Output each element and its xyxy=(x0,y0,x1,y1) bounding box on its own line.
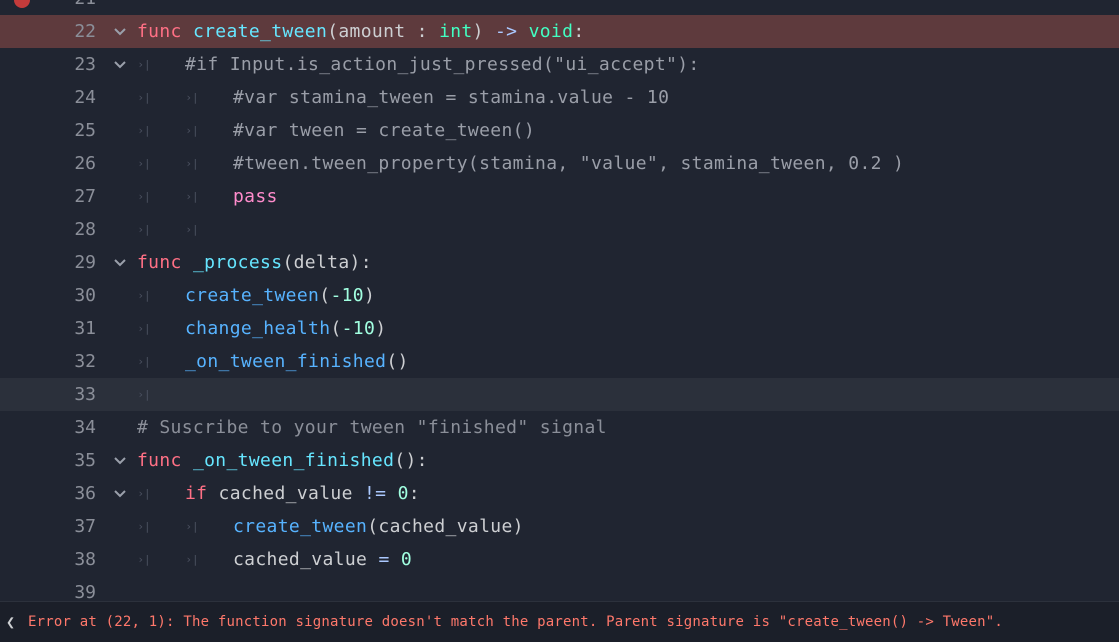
tab-indent-icon: ›| xyxy=(137,223,151,236)
code-line[interactable]: 38 ›| ›| cached_value = 0 xyxy=(0,543,1119,576)
line-number: 36 xyxy=(74,483,96,504)
tab-indent-icon: ›| xyxy=(185,223,199,236)
line-number: 22 xyxy=(74,21,96,42)
tab-indent-icon: ›| xyxy=(185,190,199,203)
collapse-arrow-icon[interactable]: ❮ xyxy=(6,610,15,634)
code-line[interactable]: 21 xyxy=(0,0,1119,15)
code-text: #tween.tween_property(stamina, "value", … xyxy=(233,153,905,174)
code-editor[interactable]: 21 22 func create_tween(amount : int) -> v… xyxy=(0,0,1119,601)
line-number: 24 xyxy=(74,87,96,108)
line-number: 23 xyxy=(74,54,96,75)
code-text: #var tween = create_tween() xyxy=(233,120,536,141)
code-line[interactable]: 27 ›| ›| pass xyxy=(0,180,1119,213)
code-line[interactable]: 34 # Suscribe to your tween "finished" si… xyxy=(0,411,1119,444)
code-text: if cached_value != 0: xyxy=(185,483,420,504)
code-line[interactable]: 36 ›| if cached_value != 0: xyxy=(0,477,1119,510)
code-line[interactable]: 35 func _on_tween_finished(): xyxy=(0,444,1119,477)
line-number: 38 xyxy=(74,549,96,570)
fold-chevron-icon[interactable] xyxy=(113,25,127,39)
line-number: 25 xyxy=(74,120,96,141)
tab-indent-icon: ›| xyxy=(185,520,199,533)
code-line[interactable]: 25 ›| ›| #var tween = create_tween() xyxy=(0,114,1119,147)
code-text: pass xyxy=(233,186,278,207)
code-text: func _on_tween_finished(): xyxy=(137,450,428,471)
tab-indent-icon: ›| xyxy=(137,58,151,71)
code-line[interactable]: 28 ›| ›| xyxy=(0,213,1119,246)
fold-chevron-icon[interactable] xyxy=(113,454,127,468)
code-line[interactable]: 24 ›| ›| #var stamina_tween = stamina.value… xyxy=(0,81,1119,114)
code-line[interactable]: 33 ›| xyxy=(0,378,1119,411)
code-line[interactable]: 22 func create_tween(amount : int) -> voi… xyxy=(0,15,1119,48)
tab-indent-icon: ›| xyxy=(185,124,199,137)
fold-chevron-icon[interactable] xyxy=(113,58,127,72)
line-number: 35 xyxy=(74,450,96,471)
tab-indent-icon: ›| xyxy=(185,553,199,566)
line-number: 28 xyxy=(74,219,96,240)
tab-indent-icon: ›| xyxy=(137,190,151,203)
error-message: Error at (22, 1): The function signature… xyxy=(28,614,1004,630)
tab-indent-icon: ›| xyxy=(137,520,151,533)
code-text: create_tween(-10) xyxy=(185,285,376,306)
tab-indent-icon: ›| xyxy=(137,157,151,170)
line-number: 30 xyxy=(74,285,96,306)
tab-indent-icon: ›| xyxy=(185,157,199,170)
code-line[interactable]: 37 ›| ›| create_tween(cached_value) xyxy=(0,510,1119,543)
line-number: 27 xyxy=(74,186,96,207)
line-number: 34 xyxy=(74,417,96,438)
tab-indent-icon: ›| xyxy=(137,355,151,368)
code-text: func _process(delta): xyxy=(137,252,372,273)
code-text: cached_value = 0 xyxy=(233,549,412,570)
code-text: change_health(-10) xyxy=(185,318,387,339)
tab-indent-icon: ›| xyxy=(137,388,151,401)
code-line[interactable]: 29 func _process(delta): xyxy=(0,246,1119,279)
code-text: #var stamina_tween = stamina.value - 10 xyxy=(233,87,670,108)
code-line[interactable]: 26 ›| ›| #tween.tween_property(stamina, "va… xyxy=(0,147,1119,180)
code-text: # Suscribe to your tween "finished" sign… xyxy=(137,417,607,438)
line-number: 37 xyxy=(74,516,96,537)
fold-chevron-icon[interactable] xyxy=(113,256,127,270)
tab-indent-icon: ›| xyxy=(185,91,199,104)
code-text: _on_tween_finished() xyxy=(185,351,409,372)
tab-indent-icon: ›| xyxy=(137,91,151,104)
tab-indent-icon: ›| xyxy=(137,124,151,137)
line-number: 32 xyxy=(74,351,96,372)
code-text: #if Input.is_action_just_pressed("ui_acc… xyxy=(185,54,700,75)
code-text: create_tween(cached_value) xyxy=(233,516,524,537)
code-line[interactable]: 32 ›| _on_tween_finished() xyxy=(0,345,1119,378)
fold-chevron-icon[interactable] xyxy=(113,487,127,501)
line-number: 39 xyxy=(74,582,96,601)
tab-indent-icon: ›| xyxy=(137,553,151,566)
tab-indent-icon: ›| xyxy=(137,487,151,500)
tab-indent-icon: ›| xyxy=(137,322,151,335)
line-number: 29 xyxy=(74,252,96,273)
line-number: 31 xyxy=(74,318,96,339)
status-bar: ❮ Error at (22, 1): The function signatu… xyxy=(0,601,1119,642)
line-number: 33 xyxy=(74,384,96,405)
line-number: 26 xyxy=(74,153,96,174)
code-line[interactable]: 23 ›| #if Input.is_action_just_pressed("ui… xyxy=(0,48,1119,81)
code-line[interactable]: 31 ›| change_health(-10) xyxy=(0,312,1119,345)
code-line[interactable]: 39 xyxy=(0,576,1119,601)
code-text: func create_tween(amount : int) -> void: xyxy=(137,21,585,42)
code-line[interactable]: 30 ›| create_tween(-10) xyxy=(0,279,1119,312)
tab-indent-icon: ›| xyxy=(137,289,151,302)
